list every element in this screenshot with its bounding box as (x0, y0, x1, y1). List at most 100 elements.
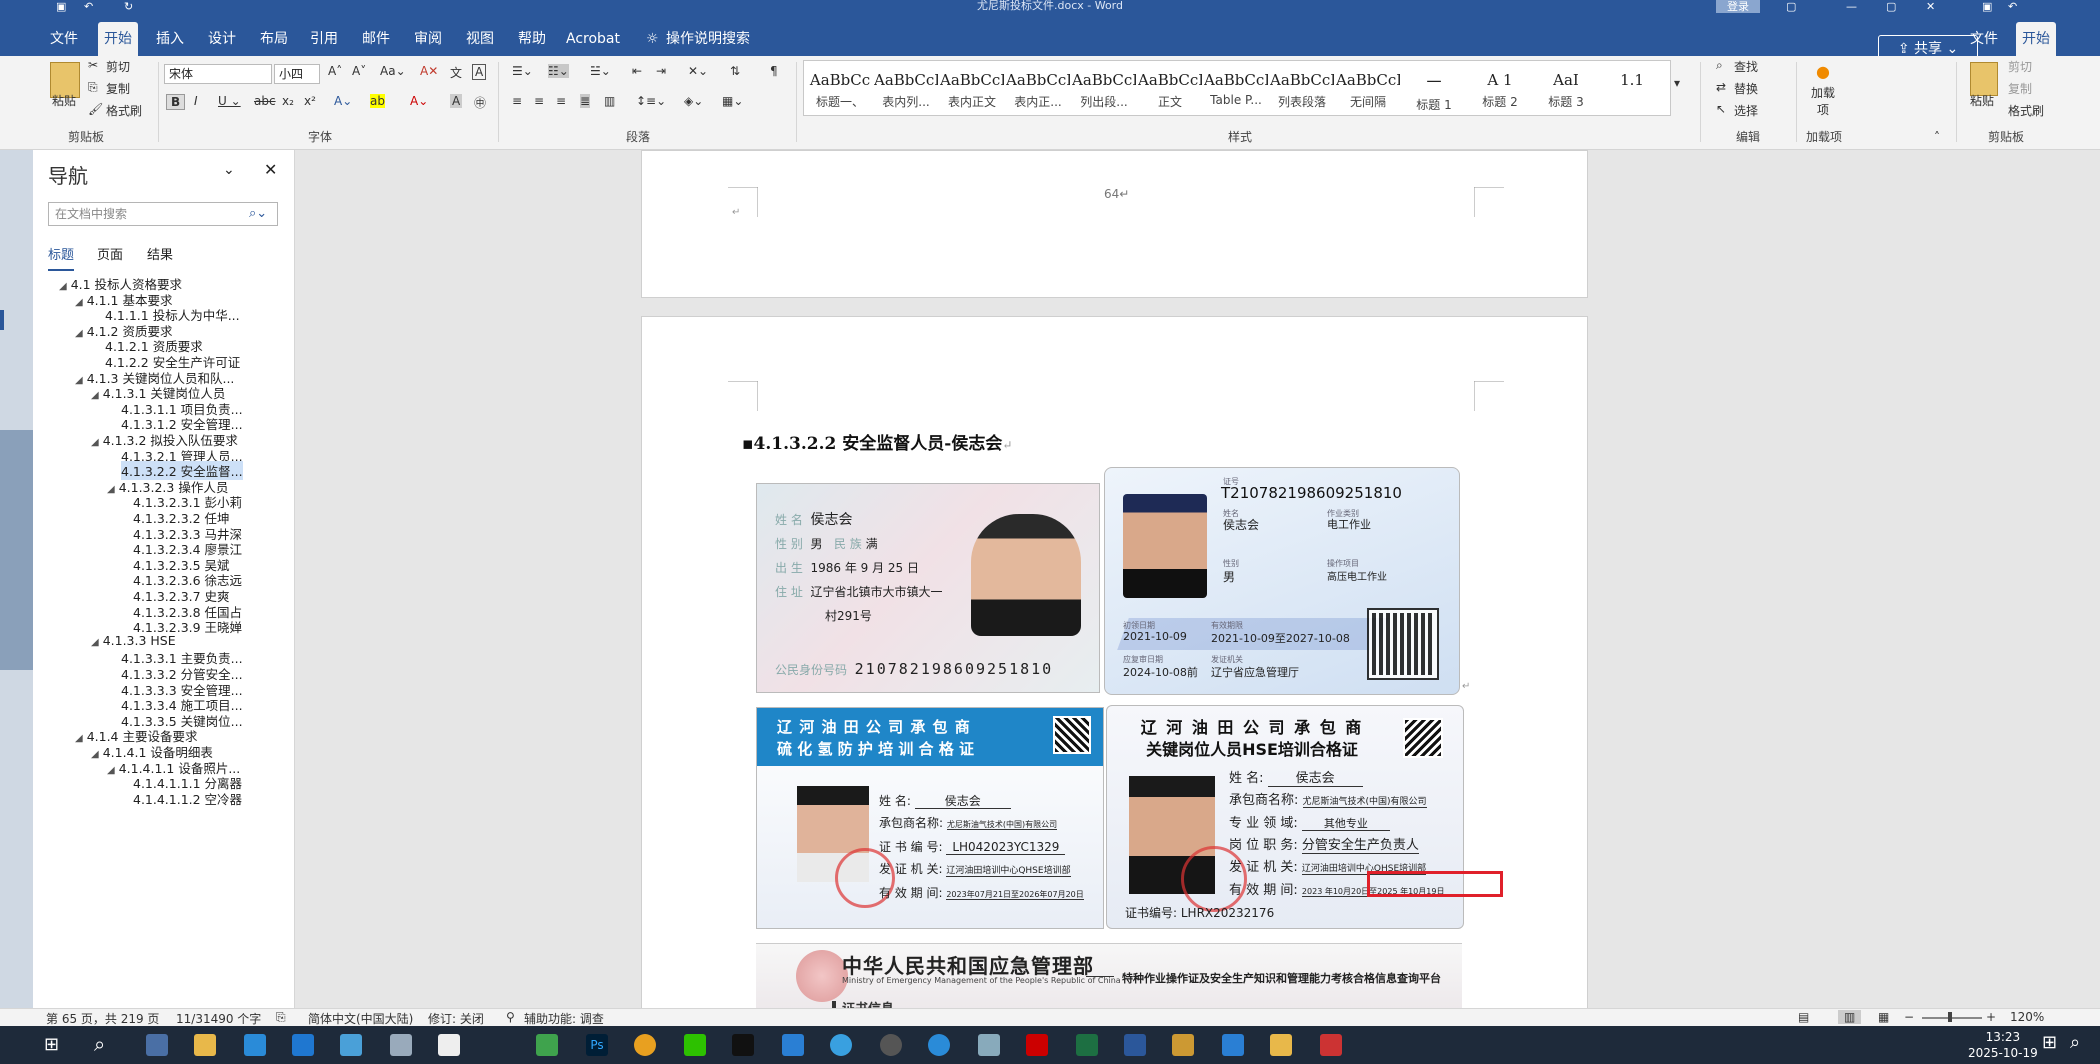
tab-acrobat[interactable]: Acrobat (560, 22, 626, 56)
collapse-ribbon-icon[interactable]: ˄ (1934, 130, 1940, 144)
font-size-select[interactable]: 小四 (274, 64, 320, 84)
ribbon-display-icon[interactable]: ▢ (1786, 0, 1796, 13)
maximize-icon[interactable]: ▢ (1886, 0, 1896, 13)
calculator-icon[interactable] (146, 1034, 168, 1056)
edge-icon[interactable] (244, 1034, 266, 1056)
nav-tab-results[interactable]: 结果 (147, 244, 173, 263)
app-icon[interactable] (1320, 1034, 1342, 1056)
tab-design[interactable]: 设计 (202, 22, 242, 56)
nav-tab-headings[interactable]: 标题 (48, 244, 75, 271)
styles-more-icon[interactable]: ▾ (1674, 76, 1680, 90)
expand-triangle-icon[interactable]: ◢ (91, 437, 99, 448)
distributed-icon[interactable]: ▥ (604, 94, 615, 108)
wechat-icon[interactable] (684, 1034, 706, 1056)
select-button[interactable]: 选择 (1734, 102, 1758, 119)
photoshop-icon[interactable]: Ps (586, 1034, 608, 1056)
phonetic-icon[interactable]: 文 (450, 64, 462, 81)
bullets-icon[interactable]: ☰⌄ (512, 64, 533, 78)
proofing-icon[interactable]: ⎘ (276, 1010, 286, 1025)
tab-help[interactable]: 帮助 (512, 22, 552, 56)
bold-icon[interactable]: B (166, 94, 186, 110)
expand-triangle-icon[interactable]: ◢ (107, 484, 115, 495)
style-item[interactable]: AaBbCcDdl 正文 (1138, 61, 1202, 115)
zoom-out-icon[interactable]: − (1904, 1010, 1914, 1024)
taskbar-clock[interactable]: 13:23 2025-10-19 (1968, 1029, 2038, 1061)
superscript-icon[interactable]: x² (304, 94, 316, 108)
print-layout-icon[interactable]: ▥ (1838, 1010, 1862, 1024)
store-icon[interactable] (292, 1034, 314, 1056)
app-icon[interactable] (782, 1034, 804, 1056)
qq-icon[interactable] (732, 1034, 754, 1056)
status-accessibility[interactable]: 辅助功能: 调查 (524, 1010, 604, 1027)
status-words[interactable]: 11/31490 个字 (176, 1010, 261, 1027)
paste-button-right[interactable]: 粘贴 (1970, 92, 1994, 109)
style-item[interactable]: AaBbCcDdl 无间隔 (1336, 61, 1400, 115)
grow-font-icon[interactable]: A˄ (328, 64, 342, 78)
shrink-font-icon[interactable]: A˅ (352, 64, 366, 78)
justify-icon[interactable]: ≣ (580, 94, 591, 108)
sort-icon[interactable]: ⇅ (730, 64, 740, 78)
align-right-icon[interactable]: ≡ (556, 94, 566, 108)
app-icon[interactable] (978, 1034, 1000, 1056)
search-icon[interactable]: ⌕⌄ (249, 206, 267, 221)
multilevel-list-icon[interactable]: ☱⌄ (590, 64, 611, 78)
align-center-icon[interactable]: ≡ (534, 94, 544, 108)
tab-home[interactable]: 开始 (98, 22, 138, 56)
cut-button-right[interactable]: 剪切 (2008, 58, 2032, 75)
subscript-icon[interactable]: x₂ (282, 94, 294, 108)
chinese-layout-icon[interactable]: ✕⌄ (688, 64, 708, 78)
nav-options-icon[interactable]: ⌄ (223, 162, 235, 178)
redo-icon[interactable]: ↻ (124, 0, 133, 13)
accessibility-icon[interactable]: ⚲ (506, 1010, 515, 1024)
change-case-icon[interactable]: Aa⌄ (380, 64, 406, 78)
style-item[interactable]: AaBbCcDd Table P... (1204, 61, 1268, 115)
paste-button[interactable]: 粘贴 (52, 92, 76, 109)
status-language[interactable]: 简体中文(中国大陆) (308, 1010, 413, 1027)
tab-layout[interactable]: 布局 (254, 22, 294, 56)
font-color-icon[interactable]: A⌄ (410, 94, 428, 108)
minimize-icon[interactable]: — (1846, 0, 1857, 13)
format-painter-button[interactable]: 格式刷 (106, 102, 142, 119)
style-item[interactable]: AaBbCcDd 列出段... (1072, 61, 1136, 115)
app-icon[interactable] (928, 1034, 950, 1056)
nav-tree-item[interactable]: 4.1.4.1.1.2 空冷器 (133, 789, 242, 808)
status-track-changes[interactable]: 修订: 关闭 (428, 1010, 484, 1027)
expand-triangle-icon[interactable]: ◢ (75, 328, 83, 339)
expand-triangle-icon[interactable]: ◢ (91, 390, 99, 401)
tab-review[interactable]: 审阅 (408, 22, 448, 56)
login-button[interactable]: 登录 (1716, 0, 1760, 13)
save-icon[interactable]: ▣ (56, 0, 66, 13)
tab-file[interactable]: 文件 (44, 22, 84, 56)
expand-triangle-icon[interactable]: ◢ (59, 281, 67, 292)
expand-triangle-icon[interactable]: ◢ (91, 749, 99, 760)
search-icon[interactable]: ⌕ (94, 1032, 105, 1056)
expand-triangle-icon[interactable]: ◢ (107, 765, 115, 776)
tab-mailings[interactable]: 邮件 (356, 22, 396, 56)
tab-home-right[interactable]: 开始 (2016, 22, 2056, 56)
status-zoom[interactable]: 120% (2010, 1010, 2044, 1024)
app-icon[interactable] (880, 1034, 902, 1056)
status-page[interactable]: 第 65 页，共 219 页 (46, 1010, 159, 1027)
nav-tree-item[interactable]: ◢ 4.1.3.3 HSE (91, 633, 176, 648)
addins-icon[interactable]: ● (1816, 62, 1830, 81)
section-heading[interactable]: ▪4.1.3.2.2 安全监督人员-侯志会↵ (742, 429, 1012, 454)
style-item[interactable]: 1.1 (1600, 61, 1664, 115)
nav-tab-pages[interactable]: 页面 (97, 244, 123, 263)
app-icon[interactable] (1222, 1034, 1244, 1056)
nav-search-input[interactable]: 在文档中搜索 (48, 202, 278, 226)
increase-indent-icon[interactable]: ⇥ (656, 64, 666, 78)
zoom-slider[interactable] (1922, 1017, 1982, 1019)
app-icon[interactable] (634, 1034, 656, 1056)
expand-triangle-icon[interactable]: ◢ (75, 733, 83, 744)
show-marks-icon[interactable]: ¶ (770, 64, 778, 78)
app-icon[interactable] (536, 1034, 558, 1056)
strikethrough-icon[interactable]: abc (254, 94, 276, 108)
expand-triangle-icon[interactable]: ◢ (91, 637, 99, 648)
shading-icon[interactable]: ◈⌄ (684, 94, 703, 108)
app-icon[interactable] (1172, 1034, 1194, 1056)
font-name-select[interactable]: 宋体 (164, 64, 272, 84)
web-layout-icon[interactable]: ▦ (1878, 1010, 1889, 1024)
line-spacing-icon[interactable]: ↕≡⌄ (636, 94, 666, 108)
excel-icon[interactable] (1076, 1034, 1098, 1056)
save-icon-2[interactable]: ▣ (1982, 0, 1992, 13)
